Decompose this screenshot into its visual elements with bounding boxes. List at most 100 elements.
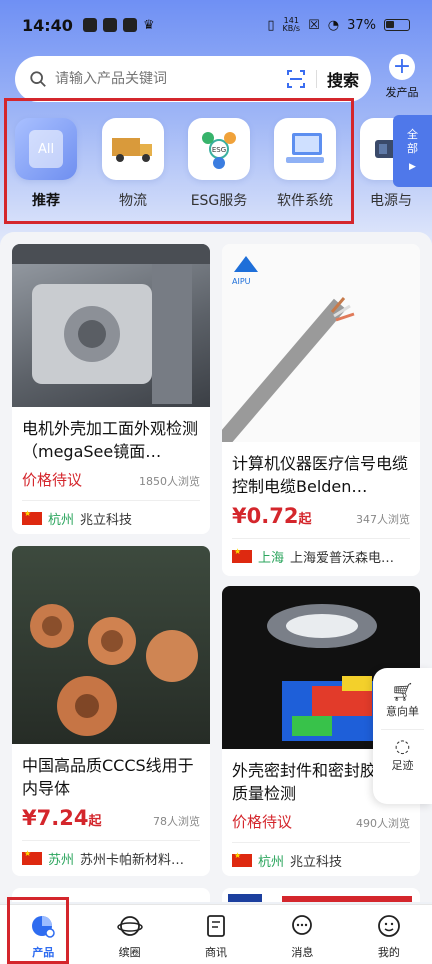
seller-name: 兆立科技 xyxy=(80,513,133,528)
view-count: 490人浏览 xyxy=(356,817,410,830)
china-flag-icon xyxy=(22,509,42,525)
mail-notification-icon xyxy=(102,18,117,32)
card-divider xyxy=(232,538,410,539)
nav-label: 消息 xyxy=(291,946,314,959)
product-title: 电机外壳加工面外观检测（megaSee镜面… xyxy=(22,419,199,461)
nav-news[interactable]: 商讯 xyxy=(173,905,259,964)
brand-logo: AIPU xyxy=(232,277,251,286)
seller-name: 上海爱普沃森电… xyxy=(290,551,395,566)
product-card[interactable]: 电机外壳加工面外观检测（megaSee镜面… 价格待议 1850人浏览 杭州 兆… xyxy=(12,244,210,534)
truck-icon xyxy=(102,118,164,180)
product-card[interactable]: 中国高品质CCCS线用于内导体 ¥7.24起 78人浏览 苏州 苏州卡帕新材料… xyxy=(12,546,210,876)
footprint-button[interactable]: ◌ 足迹 xyxy=(373,736,432,773)
nav-profile[interactable]: 我的 xyxy=(346,905,432,964)
nav-circle[interactable]: 缤圈 xyxy=(86,905,172,964)
product-card-partial[interactable] xyxy=(222,888,420,902)
cart-button[interactable]: 🛒︎ 意向单 xyxy=(373,682,432,719)
cart-label: 意向单 xyxy=(386,705,419,718)
network-speed: 141 KB/s xyxy=(282,16,301,33)
seller-city: 上海 xyxy=(258,551,285,566)
card-divider xyxy=(232,842,410,843)
search-divider xyxy=(315,70,317,88)
nav-highlight-box xyxy=(7,897,69,964)
vibrate-icon: ▯ xyxy=(267,17,275,33)
product-image-partial xyxy=(282,896,412,902)
tiktok-notification-icon xyxy=(122,18,137,32)
category-recommend[interactable]: All 推荐 xyxy=(3,110,89,210)
card-divider xyxy=(22,500,200,501)
footprint-label: 足迹 xyxy=(391,759,414,772)
seller-city: 杭州 xyxy=(258,855,285,870)
all-categories-tab[interactable]: 全 部 ▶ xyxy=(393,115,432,187)
category-label: ESG服务 xyxy=(190,193,248,209)
seller-row: 杭州 兆立科技 xyxy=(222,851,420,870)
china-flag-icon xyxy=(232,851,252,867)
search-row: 搜索 xyxy=(15,55,425,103)
status-bar: 14:40 ♛ ▯ 141 KB/s ☒ ◔ 37% xyxy=(0,0,432,50)
post-product-button[interactable]: + 发产品 xyxy=(380,54,424,100)
seller-row: 苏州 苏州卡帕新材料… xyxy=(12,849,210,868)
seller-city: 杭州 xyxy=(48,513,75,528)
scan-icon[interactable] xyxy=(286,69,306,89)
category-label: 电源与 xyxy=(370,193,412,209)
view-count: 78人浏览 xyxy=(153,815,200,828)
china-flag-icon xyxy=(22,849,42,865)
post-product-label: 发产品 xyxy=(385,86,419,99)
category-software[interactable]: 软件系统 xyxy=(262,110,348,210)
search-icon xyxy=(30,71,46,87)
china-flag-icon xyxy=(232,547,252,563)
nav-label: 我的 xyxy=(377,946,400,959)
app-notification-icon xyxy=(82,18,97,32)
seller-name: 兆立科技 xyxy=(290,855,343,870)
product-image xyxy=(12,244,210,407)
seller-row: 杭州 兆立科技 xyxy=(12,509,210,528)
search-button[interactable]: 搜索 xyxy=(327,67,359,91)
nav-label: 缤圈 xyxy=(118,946,141,959)
search-box[interactable]: 搜索 xyxy=(15,56,371,102)
product-price: ¥7.24起 xyxy=(22,806,102,830)
status-time: 14:40 xyxy=(22,15,73,35)
crown-notification-icon: ♛ xyxy=(142,17,155,33)
wifi-icon: ◔ xyxy=(327,17,340,33)
category-esg[interactable]: ESG ESG服务 xyxy=(176,110,262,210)
seller-row: 上海 上海爱普沃森电… xyxy=(222,547,420,566)
category-label: 软件系统 xyxy=(277,193,333,209)
product-feed: 电机外壳加工面外观检测（megaSee镜面… 价格待议 1850人浏览 杭州 兆… xyxy=(0,232,432,902)
product-image xyxy=(12,546,210,744)
news-icon xyxy=(207,915,225,937)
category-row: All 推荐 物流 ESG ESG服务 软件系统 电源与 xyxy=(0,110,432,228)
sim-off-icon: ☒ xyxy=(308,17,320,33)
message-icon xyxy=(292,915,313,935)
panel-divider xyxy=(381,729,424,730)
category-label: 物流 xyxy=(119,193,147,209)
price-negotiable: 价格待议 xyxy=(22,471,83,489)
cart-icon: 🛒︎ xyxy=(391,682,414,703)
plus-icon: + xyxy=(389,54,415,80)
all-icon: All xyxy=(15,118,77,180)
all-tab-line2: 部 xyxy=(407,142,418,155)
search-input[interactable] xyxy=(55,71,276,87)
software-icon xyxy=(274,118,336,180)
profile-icon xyxy=(377,915,400,937)
view-count: 347人浏览 xyxy=(356,513,410,526)
price-negotiable: 价格待议 xyxy=(232,813,293,831)
seller-city: 苏州 xyxy=(48,853,75,868)
footprint-icon: ◌ xyxy=(394,736,411,757)
battery-icon xyxy=(384,19,410,31)
planet-icon xyxy=(116,916,143,936)
nav-messages[interactable]: 消息 xyxy=(259,905,345,964)
product-card[interactable]: AIPU 计算机仪器医疗信号电缆控制电缆Belden… ¥0.72起 347人浏… xyxy=(222,244,420,576)
view-count: 1850人浏览 xyxy=(139,475,200,488)
product-price: ¥0.72起 xyxy=(232,504,312,528)
product-title: 中国高品质CCCS线用于内导体 xyxy=(22,756,194,798)
chevron-right-icon: ▶ xyxy=(409,162,416,172)
category-logistics[interactable]: 物流 xyxy=(90,110,176,210)
product-title: 计算机仪器医疗信号电缆控制电缆Belden… xyxy=(232,454,409,496)
product-image: AIPU xyxy=(222,244,420,442)
esg-icon: ESG xyxy=(188,118,250,180)
svg-text:ESG: ESG xyxy=(212,146,226,154)
all-tab-line1: 全 xyxy=(407,128,418,141)
floating-panel: 🛒︎ 意向单 ◌ 足迹 xyxy=(373,668,432,804)
battery-percent: 37% xyxy=(347,17,376,33)
nav-label: 商讯 xyxy=(205,946,228,959)
